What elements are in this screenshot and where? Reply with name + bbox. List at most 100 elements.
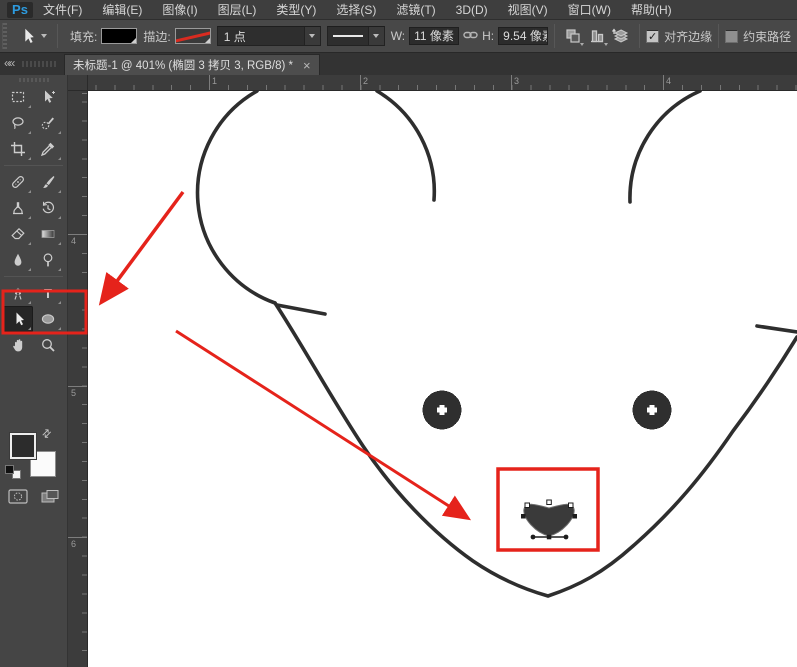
stroke-width-dropdown[interactable] (304, 27, 320, 45)
tool-path-selection[interactable] (3, 306, 33, 332)
link-dimensions-icon[interactable] (463, 29, 478, 44)
options-bar: 填充: 描边: 1 点 W: 11 像素 H: 9.54 像素 (0, 20, 797, 53)
separator (554, 24, 555, 48)
stroke-style-dropdown[interactable] (368, 27, 384, 45)
h-ruler-number: 2 (363, 76, 368, 86)
tool-eyedropper[interactable] (33, 136, 63, 162)
tool-type[interactable]: T (33, 280, 63, 306)
document-tab[interactable]: 未标题-1 @ 401% (椭圆 3 拷贝 3, RGB/8) * × (64, 54, 320, 75)
shape-width-field[interactable]: 11 像素 (409, 27, 459, 45)
quick-selection-icon (40, 115, 56, 131)
width-label: W: (391, 29, 405, 43)
tool-crop[interactable] (3, 136, 33, 162)
separator (57, 24, 58, 48)
stroke-swatch[interactable] (175, 28, 211, 44)
tool-brush[interactable] (33, 169, 63, 195)
menu-view[interactable]: 视图(V) (498, 0, 558, 20)
nose-shape-selected (521, 500, 577, 539)
left-ear-arc (198, 91, 275, 303)
tool-lasso[interactable] (3, 110, 33, 136)
divider (4, 165, 63, 166)
stroke-style-preview (333, 35, 363, 37)
hand-icon (10, 337, 26, 353)
menu-bar: Ps 文件(F) 编辑(E) 图像(I) 图层(L) 类型(Y) 选择(S) 滤… (0, 0, 797, 20)
stroke-style-combo[interactable] (327, 26, 385, 46)
left-ear-arc-right (377, 91, 434, 200)
tool-pen[interactable] (3, 280, 33, 306)
zoom-magnifier-icon (40, 337, 56, 353)
options-grip-handle[interactable] (2, 23, 7, 49)
path-alignment-button[interactable] (585, 24, 609, 48)
vertical-ruler[interactable]: 4 5 6 (68, 91, 88, 667)
lasso-icon (10, 115, 26, 131)
move-icon (40, 89, 56, 105)
align-edges-label: 对齐边缘 (664, 28, 712, 45)
tool-move[interactable] (33, 84, 63, 110)
tool-gradient[interactable] (33, 221, 63, 247)
h-ruler-number: 3 (514, 76, 519, 86)
constrain-path-label: 约束路径 (743, 28, 791, 45)
menu-edit[interactable]: 编辑(E) (92, 0, 152, 20)
swap-colors-icon[interactable]: ⇄ (39, 426, 55, 442)
marquee-icon (10, 89, 26, 105)
tool-dodge[interactable] (33, 247, 63, 273)
document-tab-bar: «« 未标题-1 @ 401% (椭圆 3 拷贝 3, RGB/8) * × (0, 53, 797, 75)
eraser-icon (10, 226, 26, 242)
current-tool-icon[interactable] (15, 25, 39, 47)
menu-help[interactable]: 帮助(H) (621, 0, 682, 20)
quick-mask-button[interactable] (6, 487, 30, 505)
ruler-corner[interactable] (68, 75, 88, 91)
ellipse-shape-icon (40, 311, 56, 327)
tool-ellipse[interactable] (33, 306, 63, 332)
default-colors-icon[interactable] (5, 465, 21, 479)
menu-type[interactable]: 类型(Y) (266, 0, 326, 20)
menu-filter[interactable]: 滤镜(T) (386, 0, 445, 20)
right-eye (633, 391, 672, 430)
tool-preset-caret[interactable] (41, 34, 47, 38)
menu-3d[interactable]: 3D(D) (446, 0, 498, 20)
brush-icon (40, 174, 56, 190)
blur-drop-icon (10, 252, 26, 268)
photoshop-logo[interactable]: Ps (7, 2, 33, 18)
menu-window[interactable]: 窗口(W) (558, 0, 621, 20)
menu-layer[interactable]: 图层(L) (208, 0, 267, 20)
collapse-panels-icon[interactable]: «« (4, 56, 13, 70)
align-edges-checkbox[interactable]: ✓ (646, 30, 659, 43)
tool-blur[interactable] (3, 247, 33, 273)
path-arrangement-button[interactable] (609, 24, 633, 48)
separator (639, 24, 640, 48)
tool-zoom[interactable] (33, 332, 63, 358)
menu-select[interactable]: 选择(S) (326, 0, 386, 20)
tool-rect-marquee[interactable] (3, 84, 33, 110)
shape-height-field[interactable]: 9.54 像素 (498, 27, 548, 45)
tool-panel-grip[interactable] (19, 78, 49, 82)
close-tab-icon[interactable]: × (303, 60, 311, 71)
dodge-icon (40, 252, 56, 268)
tool-hand[interactable] (3, 332, 33, 358)
stroke-width-combo[interactable]: 1 点 (217, 26, 321, 46)
menu-file[interactable]: 文件(F) (33, 0, 92, 20)
horizontal-ruler[interactable]: 1 2 3 4 (88, 75, 797, 91)
fill-swatch[interactable] (101, 28, 137, 44)
pen-icon (10, 285, 26, 301)
document-title: 未标题-1 @ 401% (椭圆 3 拷贝 3, RGB/8) * (73, 57, 293, 73)
face-outline (275, 303, 797, 596)
left-eye (423, 391, 462, 430)
tool-spot-healing[interactable] (3, 169, 33, 195)
screen-mode-button[interactable] (38, 487, 62, 505)
tool-quick-selection[interactable] (33, 110, 63, 136)
left-junction-line (277, 305, 325, 314)
canvas[interactable] (88, 91, 797, 667)
clone-stamp-icon (10, 200, 26, 216)
separator (718, 24, 719, 48)
path-operations-button[interactable] (561, 24, 585, 48)
menu-image[interactable]: 图像(I) (152, 0, 207, 20)
foreground-color-swatch[interactable] (10, 433, 36, 459)
tool-clone-stamp[interactable] (3, 195, 33, 221)
v-ruler-number: 4 (71, 236, 76, 246)
gradient-icon (40, 226, 56, 242)
constrain-path-checkbox[interactable] (725, 30, 738, 43)
tool-history-brush[interactable] (33, 195, 63, 221)
tool-eraser[interactable] (3, 221, 33, 247)
stroke-width-value: 1 点 (218, 28, 304, 45)
